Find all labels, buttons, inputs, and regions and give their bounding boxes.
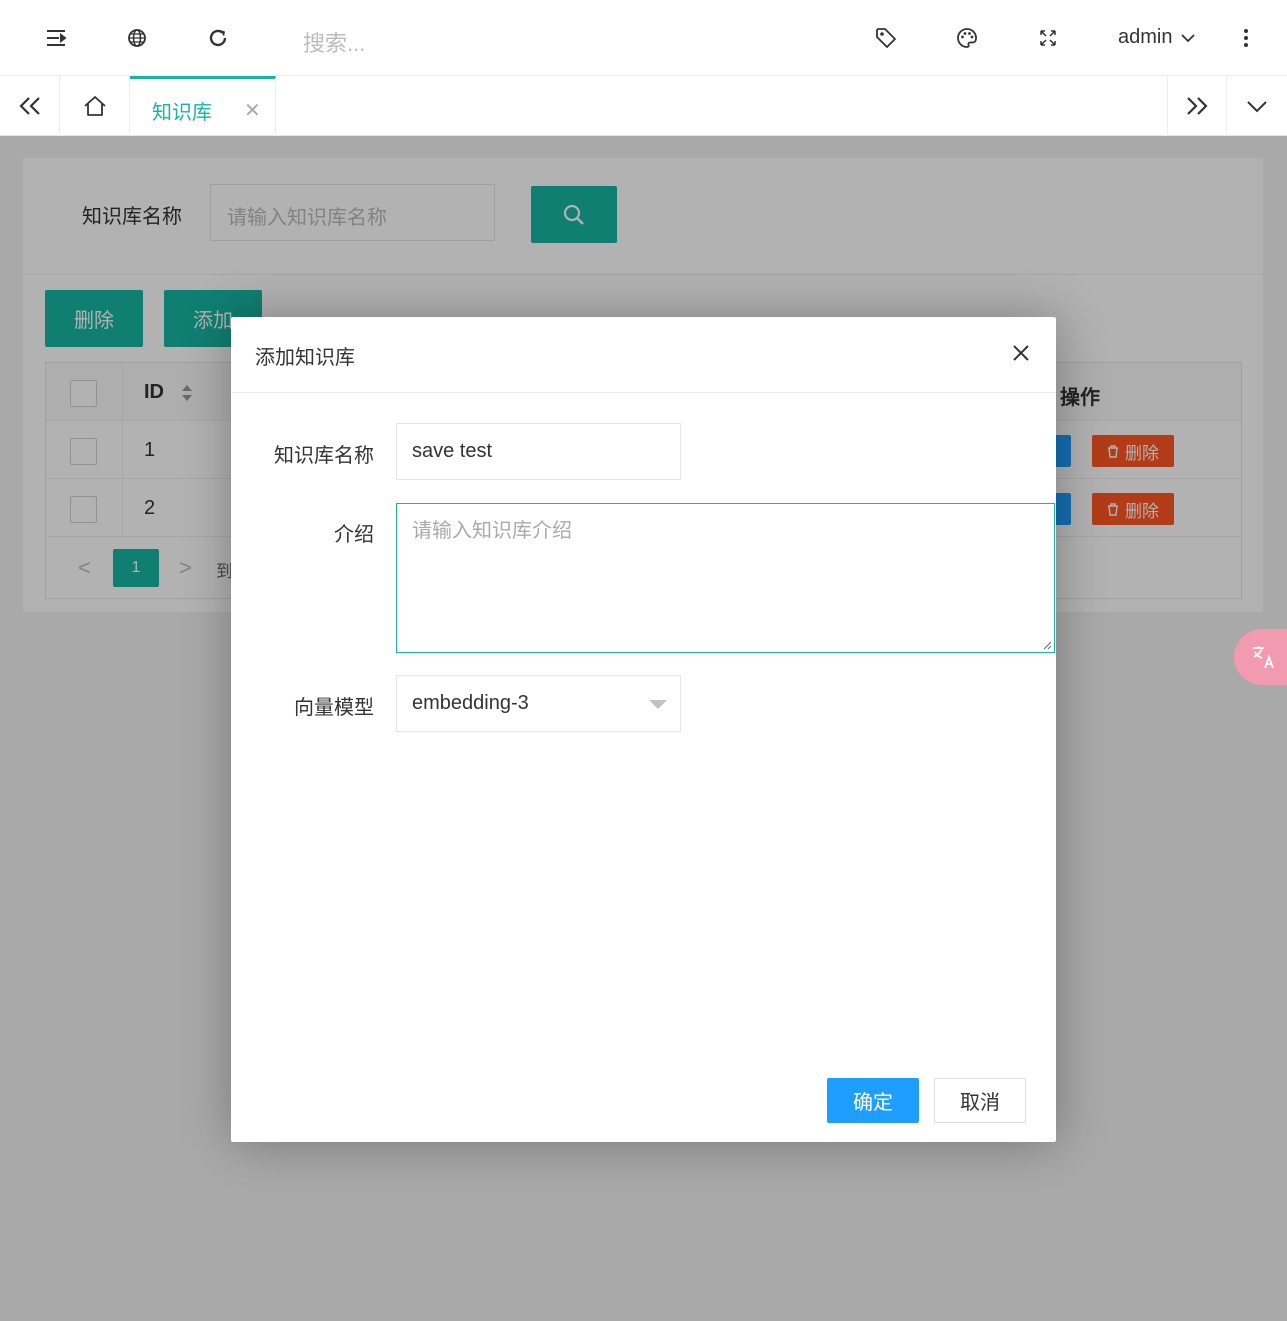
- header-search[interactable]: 搜索...: [303, 26, 365, 58]
- tab-scroll-right-button[interactable]: [1167, 76, 1227, 136]
- intro-textarea[interactable]: 请输入知识库介绍: [396, 503, 1055, 653]
- top-header: 搜索... admin: [0, 0, 1287, 76]
- user-menu[interactable]: admin: [1118, 26, 1196, 49]
- model-label: 向量模型: [294, 697, 374, 719]
- chevron-down-icon: [1181, 33, 1196, 42]
- fullscreen-icon[interactable]: [1032, 22, 1064, 54]
- name-input[interactable]: save test: [396, 423, 681, 480]
- model-value: embedding-3: [412, 692, 529, 714]
- menu-fold-icon[interactable]: [40, 22, 72, 54]
- name-label: 知识库名称: [274, 445, 374, 467]
- username: admin: [1118, 26, 1173, 48]
- tab-label: 知识库: [152, 102, 212, 124]
- tab-scroll-left-button[interactable]: [0, 76, 60, 136]
- more-vertical-icon[interactable]: [1230, 22, 1262, 54]
- resize-handle-icon[interactable]: [1042, 640, 1052, 650]
- double-chevron-right-icon: [1187, 97, 1208, 115]
- model-select[interactable]: embedding-3: [396, 675, 681, 732]
- intro-label: 介绍: [334, 524, 374, 546]
- palette-icon[interactable]: [951, 22, 983, 54]
- caret-down-icon: [649, 700, 667, 709]
- add-knowledge-base-dialog: 添加知识库 知识库名称 save test 介绍 请输入知识库介绍 向量模型 e…: [231, 317, 1056, 1142]
- translate-icon: [1253, 646, 1274, 669]
- dialog-title: 添加知识库: [255, 347, 355, 369]
- intro-placeholder: 请输入知识库介绍: [412, 520, 572, 542]
- tab-options-button[interactable]: [1227, 76, 1287, 136]
- home-icon: [83, 96, 106, 116]
- dialog-header: 添加知识库: [231, 317, 1056, 393]
- tab-bar: 知识库 ✕: [0, 76, 1287, 136]
- cancel-button[interactable]: 取消: [934, 1078, 1026, 1123]
- tab-home[interactable]: [60, 76, 130, 136]
- confirm-button[interactable]: 确定: [827, 1078, 919, 1123]
- double-chevron-left-icon: [18, 97, 40, 115]
- globe-icon[interactable]: [121, 22, 153, 54]
- refresh-icon[interactable]: [202, 22, 234, 54]
- tab-knowledge-base[interactable]: 知识库 ✕: [130, 76, 276, 136]
- translate-float-button[interactable]: [1234, 629, 1287, 685]
- tag-icon[interactable]: [870, 22, 902, 54]
- chevron-down-icon: [1247, 101, 1267, 113]
- close-icon[interactable]: [1009, 341, 1033, 365]
- tab-close-icon[interactable]: ✕: [244, 98, 261, 123]
